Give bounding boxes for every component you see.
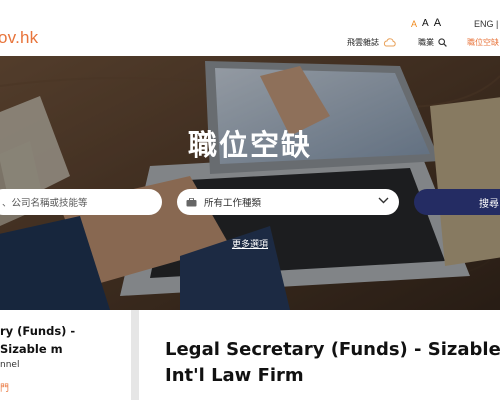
site-header: ov.hk A A A ENG | 简 | 飛雲雜誌 職業 職位空缺 xyxy=(0,0,500,56)
main-nav: 飛雲雜誌 職業 職位空缺 xyxy=(0,37,500,51)
nav-item-label: 職位空缺 xyxy=(467,38,499,47)
briefcase-icon xyxy=(186,197,197,206)
search-button[interactable]: 搜尋 xyxy=(414,189,500,215)
keyword-search-input[interactable]: 、公司名稱或技能等 xyxy=(0,189,162,215)
job-detail-title: Legal Secretary (Funds) - Sizable Int'l … xyxy=(165,339,500,386)
job-type-select[interactable]: 所有工作種類 xyxy=(177,189,399,215)
font-size-medium-button[interactable]: A xyxy=(422,18,429,29)
job-list-scrollbar[interactable] xyxy=(131,310,139,400)
font-size-large-button[interactable]: A xyxy=(434,17,441,29)
font-size-small-button[interactable]: A xyxy=(411,19,417,29)
chevron-down-icon xyxy=(378,197,389,204)
hero-overlay xyxy=(0,56,500,310)
job-type-value: 所有工作種類 xyxy=(204,198,262,209)
nav-item-magazine[interactable]: 飛雲雜誌 xyxy=(347,37,396,48)
job-card-salary: 門 xyxy=(0,384,10,394)
font-size-switcher: A A A xyxy=(411,17,441,29)
job-card-title[interactable]: ry (Funds) - Sizable m xyxy=(0,322,125,358)
search-icon xyxy=(438,38,447,47)
nav-item-jobs[interactable]: 職位空缺 xyxy=(467,37,499,48)
nav-item-label: 飛雲雜誌 xyxy=(347,38,379,47)
job-card-company: nnel xyxy=(0,360,20,370)
more-filters-link[interactable]: 更多選項 xyxy=(0,237,500,250)
language-switcher[interactable]: ENG | 简 | xyxy=(474,17,500,30)
nav-item-career[interactable]: 職業 xyxy=(418,37,447,48)
keyword-placeholder: 、公司名稱或技能等 xyxy=(2,198,88,209)
hero-banner: 職位空缺 、公司名稱或技能等 所有工作種類 搜尋 更多選項 xyxy=(0,56,500,310)
cloud-icon xyxy=(383,38,396,47)
nav-item-label: 職業 xyxy=(418,38,434,47)
job-list-panel: ry (Funds) - Sizable m nnel 門 xyxy=(0,310,139,400)
hero-title: 職位空缺 xyxy=(187,128,312,162)
